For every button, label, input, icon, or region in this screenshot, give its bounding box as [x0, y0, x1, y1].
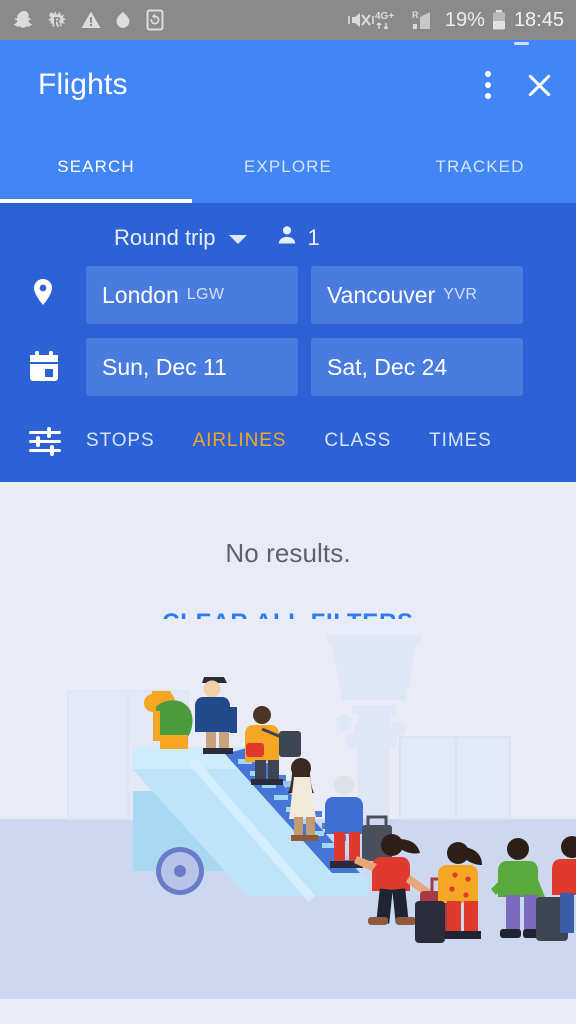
return-date-field[interactable]: Sat, Dec 24: [311, 338, 523, 396]
svg-text:4G+: 4G+: [375, 11, 394, 22]
chevron-down-icon: [228, 234, 247, 244]
destination-field[interactable]: Vancouver YVR: [311, 266, 523, 324]
return-date-label: Sat, Dec 24: [327, 353, 448, 380]
app-header-top-row: Flights: [0, 40, 576, 130]
status-bar-notification-icons: [14, 9, 166, 31]
depart-date-field[interactable]: Sun, Dec 11: [86, 338, 298, 396]
status-bar: 4G+ R 19% 18:45: [0, 0, 576, 40]
tinder-flame-icon: [113, 9, 133, 31]
status-bar-system-icons: 4G+ R 19% 18:45: [348, 9, 564, 32]
results-area: No results. CLEAR ALL FILTERS: [0, 482, 576, 999]
airports-row: London LGW Vancouver YVR: [0, 266, 576, 324]
flights-app-screen: 4G+ R 19% 18:45 Flights SEARCH EXPLORE T…: [0, 0, 576, 1024]
snapchat-ghost-icon: [14, 9, 34, 31]
origin-field[interactable]: London LGW: [86, 266, 298, 324]
filters-row: STOPS AIRLINES CLASS TIMES: [0, 410, 576, 456]
header-actions: [484, 42, 556, 102]
graffiti-r-icon: [47, 9, 67, 31]
airport-fields: London LGW Vancouver YVR: [86, 266, 576, 324]
destination-city: Vancouver: [327, 281, 436, 308]
empty-state-message: No results.: [225, 538, 351, 568]
depart-date-label: Sun, Dec 11: [102, 353, 227, 380]
battery-percent-label: 19%: [444, 8, 485, 31]
svg-text:R: R: [412, 10, 419, 20]
tune-filters-icon[interactable]: [28, 426, 86, 456]
filter-stops[interactable]: STOPS: [86, 430, 155, 452]
overflow-menu-icon[interactable]: [484, 68, 492, 102]
passenger-selector[interactable]: 1: [275, 223, 320, 252]
location-pin-icon: [28, 276, 86, 314]
tab-tracked[interactable]: TRACKED: [384, 130, 576, 203]
dates-row: Sun, Dec 11 Sat, Dec 24: [0, 338, 576, 396]
filter-airlines[interactable]: AIRLINES: [193, 430, 287, 452]
filter-chips: STOPS AIRLINES CLASS TIMES: [86, 430, 492, 452]
trip-options-row: Round trip 1: [0, 203, 576, 266]
filter-class[interactable]: CLASS: [324, 430, 391, 452]
close-icon[interactable]: [522, 68, 556, 102]
origin-code: LGW: [186, 286, 225, 303]
tab-explore[interactable]: EXPLORE: [192, 130, 384, 203]
origin-city: London: [102, 281, 179, 308]
passenger-count: 1: [307, 224, 320, 250]
status-bar-clock: 18:45: [513, 8, 564, 31]
warning-triangle-icon: [80, 9, 101, 31]
destination-code: YVR: [443, 286, 478, 303]
filter-times[interactable]: TIMES: [429, 430, 492, 452]
app-header: Flights SEARCH EXPLORE TRACKED: [0, 40, 576, 203]
app-update-icon: [146, 9, 166, 31]
boarding-illustration: [0, 619, 576, 999]
page-title: Flights: [38, 68, 128, 101]
battery-icon: [492, 9, 506, 31]
date-fields: Sun, Dec 11 Sat, Dec 24: [86, 338, 576, 396]
mobile-data-4gplus-icon: 4G+: [375, 9, 405, 31]
overflow-hint-dash-icon: [514, 42, 529, 45]
header-tabs: SEARCH EXPLORE TRACKED: [0, 130, 576, 203]
vibrate-mute-icon: [348, 9, 374, 31]
calendar-icon: [28, 350, 86, 384]
trip-type-selector[interactable]: Round trip: [114, 225, 247, 251]
tab-search[interactable]: SEARCH: [0, 130, 192, 203]
person-icon: [275, 223, 299, 252]
roaming-signal-icon: R: [412, 9, 438, 31]
trip-type-label: Round trip: [114, 224, 216, 250]
search-panel: Round trip 1 London LGW Vancouver YVR Su…: [0, 203, 576, 482]
